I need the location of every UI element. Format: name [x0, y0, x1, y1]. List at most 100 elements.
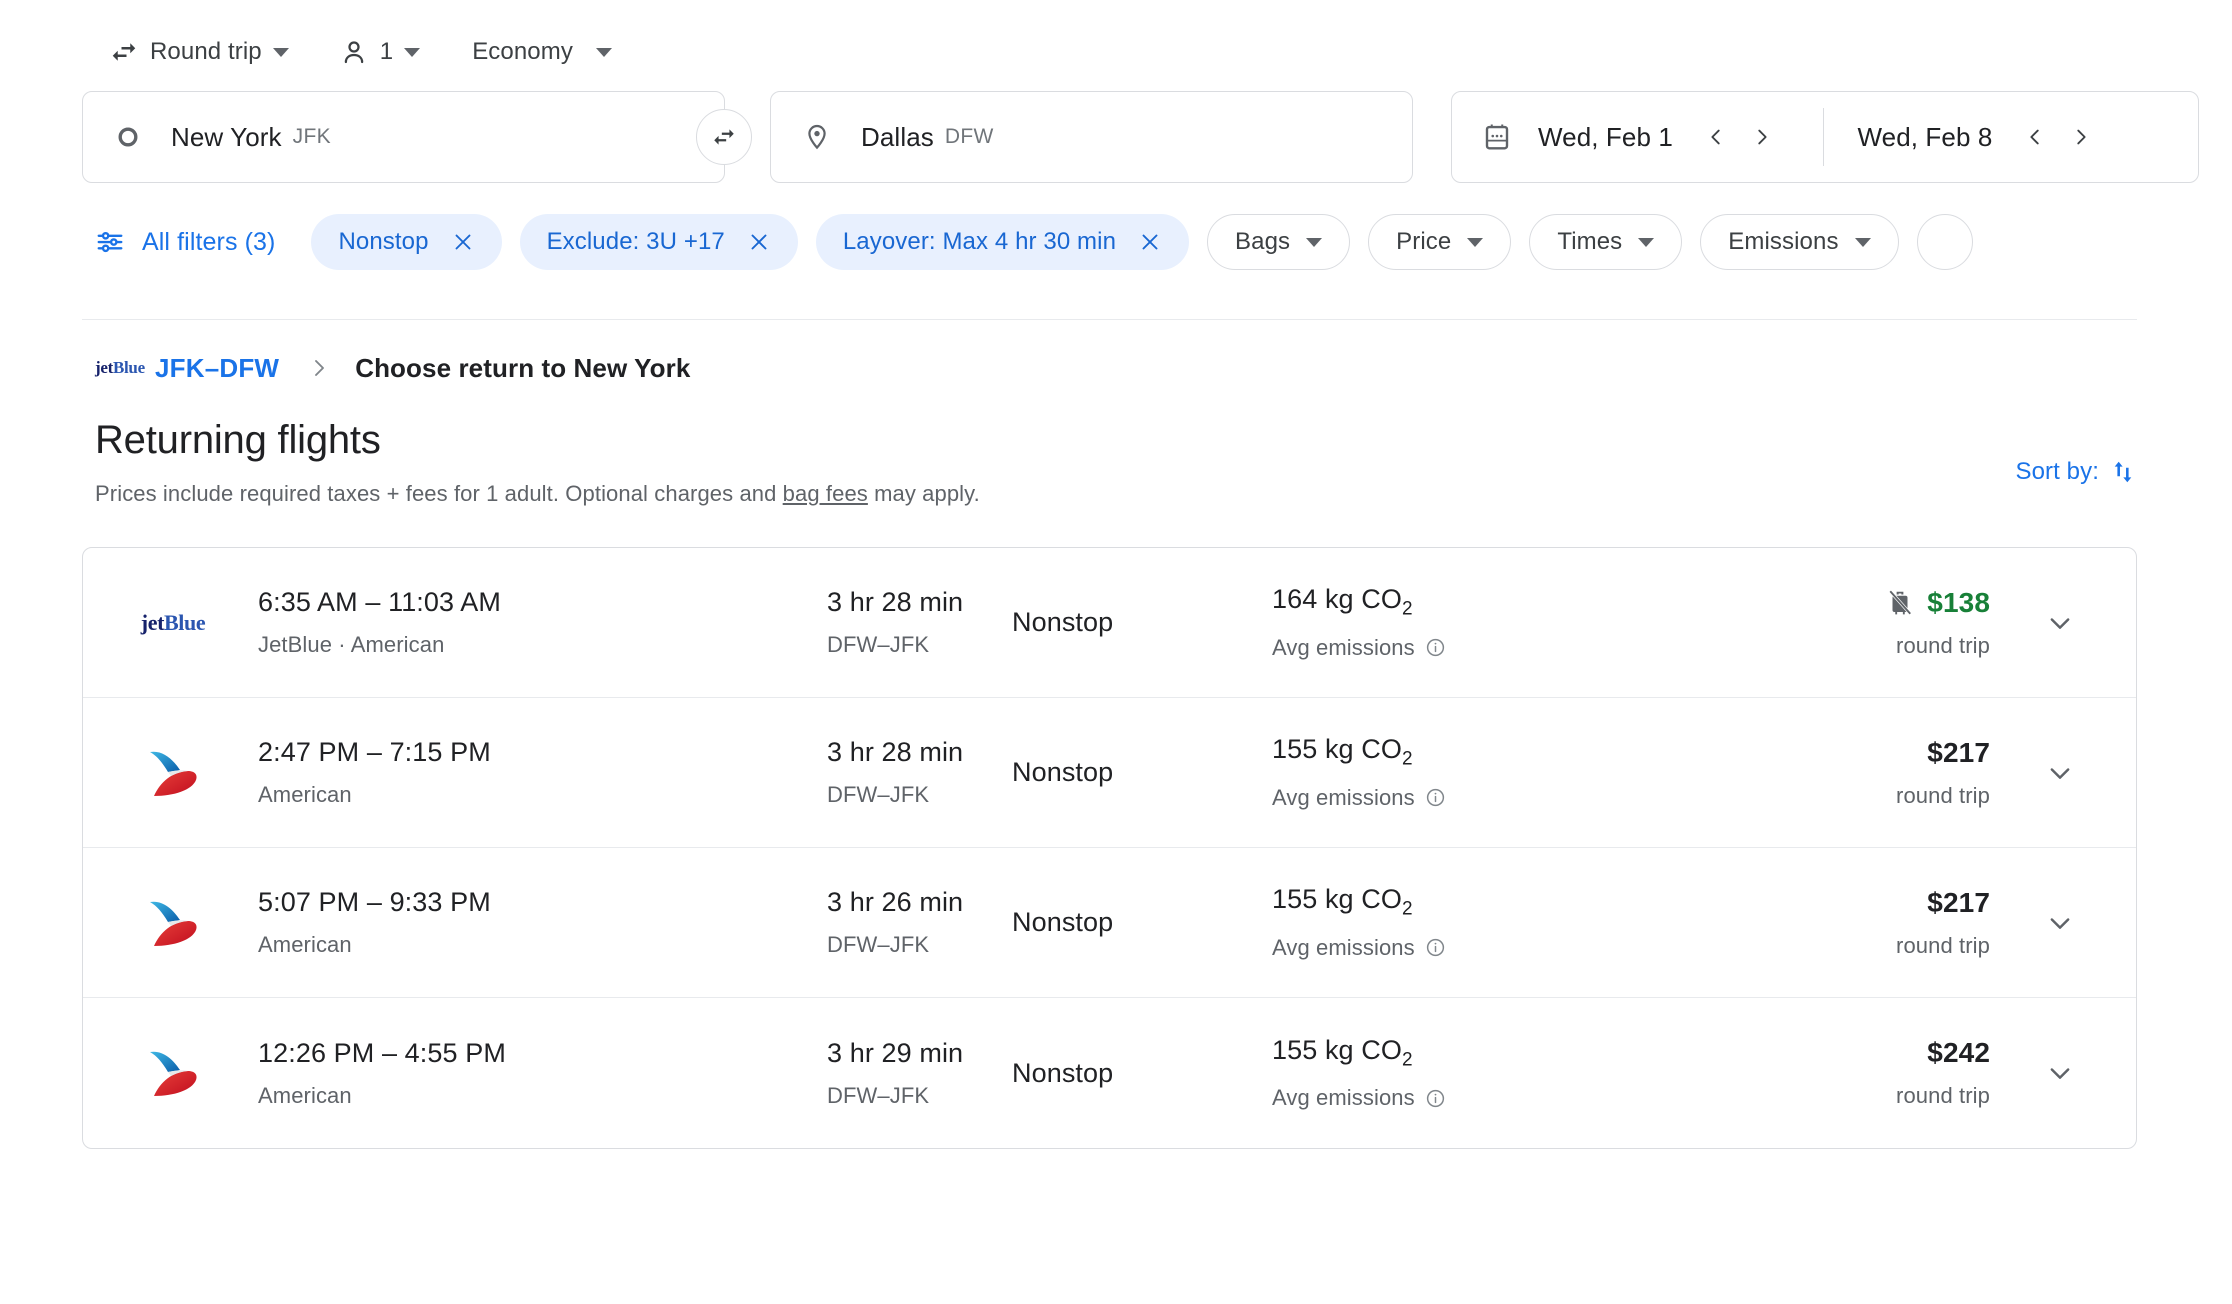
trip-options-bar: Round trip 1 Economy — [0, 0, 2232, 82]
flight-operator: American — [258, 782, 352, 807]
info-circle-icon[interactable] — [1425, 637, 1446, 658]
filter-chip-layover[interactable]: Layover: Max 4 hr 30 min — [815, 214, 1190, 270]
flight-expand-cell — [2014, 745, 2106, 801]
chevron-down-icon — [272, 47, 289, 57]
table-row[interactable]: 12:26 PM – 4:55 PM American 3 hr 29 min … — [83, 998, 2136, 1148]
filter-chip-nonstop-label: Nonstop — [338, 228, 429, 255]
return-next-day-button[interactable] — [2060, 116, 2102, 158]
depart-date-label: Wed, Feb 1 — [1538, 121, 1673, 152]
chevron-down-icon[interactable] — [2032, 895, 2088, 951]
depart-date-nav — [1695, 116, 1783, 158]
depart-next-day-button[interactable] — [1741, 116, 1783, 158]
origin-code: JFK — [292, 125, 331, 148]
table-row[interactable]: 2:47 PM – 7:15 PM American 3 hr 28 min D… — [83, 698, 2136, 848]
bag-fees-link[interactable]: bag fees — [783, 481, 868, 506]
flight-stops-cell: Nonstop — [1012, 907, 1272, 938]
close-icon[interactable] — [451, 230, 475, 254]
flight-search-bar: New York JFK Dallas DFW Wed, Feb 1 Wed, … — [0, 82, 2232, 192]
info-circle-icon[interactable] — [1425, 937, 1446, 958]
destination-city: Dallas — [861, 121, 934, 152]
passengers-selector[interactable]: 1 — [325, 27, 434, 77]
flight-time-cell: 6:35 AM – 11:03 AM JetBlue · American — [227, 587, 827, 658]
filter-chip-nonstop[interactable]: Nonstop — [311, 214, 502, 270]
flight-stops: Nonstop — [1012, 1057, 1114, 1088]
flight-times: 6:35 AM – 11:03 AM — [258, 587, 501, 617]
flight-price-note: round trip — [1896, 782, 1990, 808]
flight-time-cell: 2:47 PM – 7:15 PM American — [227, 737, 827, 808]
close-icon[interactable] — [1138, 230, 1162, 254]
origin-city: New York — [171, 121, 282, 152]
flight-duration: 3 hr 28 min — [827, 737, 964, 767]
flight-price: $242 — [1927, 1037, 1990, 1068]
sort-arrows-icon — [2109, 458, 2137, 486]
american-airlines-logo — [150, 901, 197, 946]
all-filters-button[interactable]: All filters (3) — [95, 227, 293, 257]
table-row[interactable]: 5:07 PM – 9:33 PM American 3 hr 26 min D… — [83, 848, 2136, 998]
chevron-down-icon[interactable] — [2032, 745, 2088, 801]
person-icon — [339, 37, 369, 67]
return-date-group[interactable]: Wed, Feb 8 — [1824, 92, 2199, 182]
trip-type-label: Round trip — [150, 38, 262, 65]
filter-chip-exclude-airlines[interactable]: Exclude: 3U +17 — [519, 214, 798, 270]
close-icon[interactable] — [747, 230, 771, 254]
filter-chip-exclude-airlines-label: Exclude: 3U +17 — [546, 228, 725, 255]
swap-locations-button[interactable] — [696, 109, 752, 165]
filter-chip-overflow[interactable] — [1916, 214, 1973, 270]
results-header: Returning flights Prices include require… — [0, 416, 2232, 507]
flight-emissions: 155 kg CO2 — [1272, 734, 1413, 770]
chevron-down-icon — [595, 47, 612, 57]
date-range-field: Wed, Feb 1 Wed, Feb 8 — [1451, 91, 2199, 183]
table-row[interactable]: jetBlue 6:35 AM – 11:03 AM JetBlue · Ame… — [83, 548, 2136, 698]
breadcrumb: jetBlue JFK–DFW Choose return to New Yor… — [0, 320, 2232, 416]
filter-chip-bags[interactable]: Bags — [1207, 214, 1351, 270]
flight-price-note: round trip — [1896, 1083, 1990, 1108]
chevron-down-icon — [1467, 237, 1484, 247]
filter-chip-times-label: Times — [1557, 228, 1623, 255]
flight-emissions-note: Avg emissions — [1272, 1085, 1702, 1111]
american-airlines-logo — [150, 751, 197, 796]
flight-price-note: round trip — [1896, 932, 1990, 958]
depart-prev-day-button[interactable] — [1695, 116, 1737, 158]
filter-chip-price-label: Price — [1396, 228, 1452, 255]
info-circle-icon[interactable] — [1425, 1088, 1446, 1109]
destination-input[interactable]: Dallas DFW — [770, 91, 1413, 183]
return-date-nav — [2014, 116, 2102, 158]
trip-type-selector[interactable]: Round trip — [95, 27, 303, 77]
flight-times: 5:07 PM – 9:33 PM — [258, 887, 491, 917]
flight-price: $217 — [1927, 886, 1990, 918]
flight-emissions-cell: 155 kg CO2 Avg emissions — [1272, 1035, 1702, 1111]
cabin-class-selector[interactable]: Economy — [458, 27, 626, 77]
filter-chip-bags-label: Bags — [1235, 228, 1291, 255]
info-circle-icon[interactable] — [1425, 787, 1446, 808]
flight-emissions-note: Avg emissions — [1272, 935, 1702, 961]
flight-operator: American — [258, 932, 352, 957]
chevron-down-icon[interactable] — [2032, 1045, 2088, 1101]
filters-bar: All filters (3) Nonstop Exclude: 3U +17 … — [0, 192, 2232, 292]
destination-code: DFW — [944, 125, 994, 148]
depart-date-group[interactable]: Wed, Feb 1 — [1452, 92, 1823, 182]
chevron-right-icon — [307, 356, 331, 380]
sort-by-button[interactable]: Sort by: — [2016, 458, 2138, 486]
filter-chip-emissions[interactable]: Emissions — [1700, 214, 1899, 270]
flight-emissions: 155 kg CO2 — [1272, 1034, 1413, 1071]
airline-logo — [119, 896, 227, 950]
filter-chip-emissions-label: Emissions — [1728, 228, 1839, 255]
map-pin-icon — [803, 123, 831, 151]
circle-outline-icon — [115, 124, 141, 150]
filter-chip-price[interactable]: Price — [1368, 214, 1512, 270]
flight-time-cell: 12:26 PM – 4:55 PM American — [227, 1038, 827, 1109]
airline-logo — [119, 746, 227, 800]
flight-price-cell: $217 round trip — [1702, 737, 2014, 809]
breadcrumb-outbound-leg[interactable]: JFK–DFW — [155, 353, 279, 384]
chevron-down-icon[interactable] — [2032, 595, 2088, 651]
filter-chip-times[interactable]: Times — [1529, 214, 1683, 270]
flight-emissions-cell: 155 kg CO2 Avg emissions — [1272, 734, 1702, 810]
swap-horizontal-icon — [109, 37, 139, 67]
flight-operator: American — [258, 1082, 352, 1108]
flight-duration: 3 hr 28 min — [827, 587, 964, 617]
chevron-down-icon — [1306, 237, 1323, 247]
origin-input[interactable]: New York JFK — [82, 91, 725, 183]
flight-route: DFW–JFK — [827, 1082, 930, 1108]
return-prev-day-button[interactable] — [2014, 116, 2056, 158]
flight-emissions: 164 kg CO2 — [1272, 584, 1413, 620]
